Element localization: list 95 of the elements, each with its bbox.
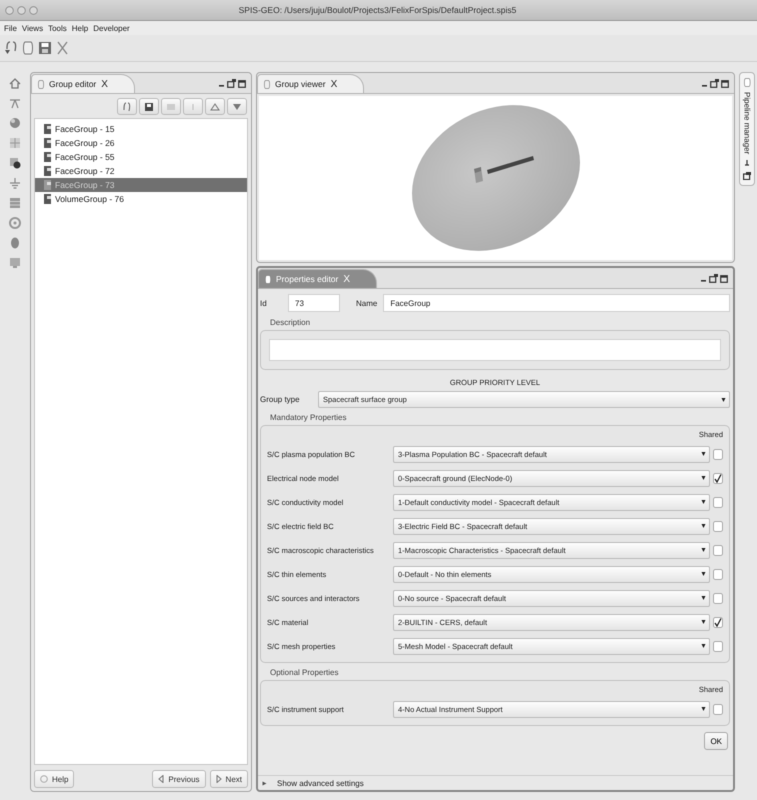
tree-item[interactable]: FaceGroup - 15 bbox=[35, 122, 247, 136]
dropdown-arrow-icon bbox=[701, 706, 706, 712]
side-tab[interactable]: Pipeline manager bbox=[739, 72, 755, 186]
import-button[interactable] bbox=[117, 98, 137, 115]
description-field[interactable] bbox=[269, 339, 721, 361]
restore-icon[interactable] bbox=[710, 79, 719, 88]
flag-icon bbox=[44, 124, 51, 134]
section-title: Optional Properties bbox=[269, 667, 340, 679]
menu-item[interactable]: Developer bbox=[92, 24, 131, 32]
dropdown-arrow-icon bbox=[721, 396, 726, 402]
dropdown-arrow-icon bbox=[701, 499, 706, 505]
tree-item[interactable]: FaceGroup - 26 bbox=[35, 136, 247, 150]
dropdown-arrow-icon bbox=[701, 547, 706, 553]
flag-icon bbox=[44, 152, 51, 162]
shape-icon[interactable] bbox=[8, 156, 22, 170]
document-icon bbox=[38, 80, 44, 88]
flag-icon bbox=[44, 180, 51, 190]
flag-icon bbox=[44, 138, 51, 148]
dropdown-arrow-icon bbox=[701, 643, 706, 649]
cut-icon[interactable] bbox=[56, 40, 69, 56]
up-triangle-icon bbox=[209, 100, 221, 112]
dropdown-arrow-icon bbox=[701, 475, 706, 481]
up-triangle-button[interactable] bbox=[205, 98, 225, 115]
close-icon[interactable]: X bbox=[101, 78, 108, 90]
tree-item[interactable]: VolumeGroup - 76 bbox=[35, 192, 247, 206]
panel-tab[interactable]: Group viewer X bbox=[257, 74, 364, 93]
home-icon[interactable] bbox=[8, 76, 22, 90]
save-button[interactable] bbox=[139, 98, 159, 115]
flag-icon bbox=[44, 194, 51, 204]
checkbox[interactable] bbox=[713, 496, 723, 508]
checkbox[interactable] bbox=[713, 448, 723, 460]
maximize-icon[interactable] bbox=[720, 274, 728, 282]
save-icon bbox=[143, 100, 155, 112]
window-title: SPIS-GEO: /Users/juju/Boulot/Projects3/FelixForSpis/DefaultProject.spis5 bbox=[238, 5, 518, 15]
advanced-toggle[interactable]: Show advanced settings bbox=[258, 775, 733, 790]
checkbox[interactable] bbox=[713, 520, 723, 532]
help-icon bbox=[40, 775, 48, 783]
name-field[interactable]: FaceGroup bbox=[383, 294, 730, 312]
panel-tab[interactable]: Group editor X bbox=[31, 74, 135, 93]
menu-item[interactable]: File bbox=[3, 24, 18, 32]
ground-icon[interactable] bbox=[8, 176, 22, 190]
down-triangle-button[interactable] bbox=[227, 98, 247, 115]
checkbox[interactable] bbox=[713, 616, 723, 628]
menu-item[interactable]: Views bbox=[20, 24, 44, 32]
dropdown-arrow-icon bbox=[701, 523, 706, 529]
previous-button[interactable]: Previous bbox=[152, 770, 206, 788]
field-label: Id bbox=[260, 298, 268, 308]
section-title: Description bbox=[269, 317, 312, 329]
checkbox[interactable] bbox=[713, 568, 723, 580]
maximize-icon[interactable] bbox=[721, 80, 729, 88]
import-icon bbox=[121, 100, 133, 112]
disc-icon[interactable] bbox=[8, 236, 22, 250]
document-icon bbox=[744, 78, 750, 87]
restore-icon[interactable] bbox=[743, 172, 751, 180]
dropdown-arrow-icon bbox=[701, 619, 706, 625]
tree-item[interactable]: FaceGroup - 55 bbox=[35, 150, 247, 164]
checkbox[interactable] bbox=[713, 640, 723, 652]
dropdown-arrow-icon bbox=[701, 451, 706, 457]
id-field[interactable]: 73 bbox=[288, 294, 340, 312]
flag-icon bbox=[44, 166, 51, 176]
checkbox[interactable] bbox=[713, 592, 723, 604]
document-icon bbox=[265, 274, 271, 284]
globe-icon[interactable] bbox=[8, 116, 22, 130]
grid-icon[interactable] bbox=[8, 136, 22, 150]
restore-icon[interactable] bbox=[227, 79, 236, 88]
dropdown-arrow-icon bbox=[701, 571, 706, 577]
checkbox[interactable] bbox=[713, 704, 723, 714]
menu-item[interactable]: Tools bbox=[47, 24, 68, 32]
tab-label: Properties editor bbox=[276, 274, 338, 284]
document-icon[interactable] bbox=[22, 40, 34, 56]
field-label: Name bbox=[356, 298, 378, 308]
checkbox[interactable] bbox=[713, 472, 723, 484]
checkbox[interactable] bbox=[713, 544, 723, 556]
tab-label: Group editor bbox=[49, 79, 96, 89]
document-icon bbox=[264, 80, 270, 88]
import-icon[interactable] bbox=[4, 40, 18, 56]
section-title: Mandatory Properties bbox=[269, 412, 348, 424]
ok-button[interactable]: OK bbox=[704, 732, 728, 750]
left-triangle-icon bbox=[158, 775, 164, 783]
tree-item[interactable]: FaceGroup - 72 bbox=[35, 164, 247, 178]
close-icon[interactable]: X bbox=[330, 78, 338, 90]
table-icon[interactable] bbox=[8, 196, 22, 210]
dropdown-arrow-icon bbox=[701, 595, 706, 601]
gear-icon[interactable] bbox=[8, 216, 22, 230]
save-icon[interactable] bbox=[38, 40, 52, 56]
minimize-icon[interactable] bbox=[743, 159, 751, 168]
field-label: Group type bbox=[260, 395, 301, 404]
help-button[interactable]: Help bbox=[34, 770, 74, 788]
maximize-icon[interactable] bbox=[238, 80, 246, 88]
next-button[interactable]: Next bbox=[210, 770, 248, 788]
right-triangle-icon bbox=[216, 775, 222, 783]
tab-label: Group viewer bbox=[275, 79, 326, 89]
restore-icon[interactable] bbox=[709, 274, 718, 283]
monitor-icon[interactable] bbox=[8, 256, 22, 270]
menu-item[interactable]: Help bbox=[70, 24, 90, 32]
